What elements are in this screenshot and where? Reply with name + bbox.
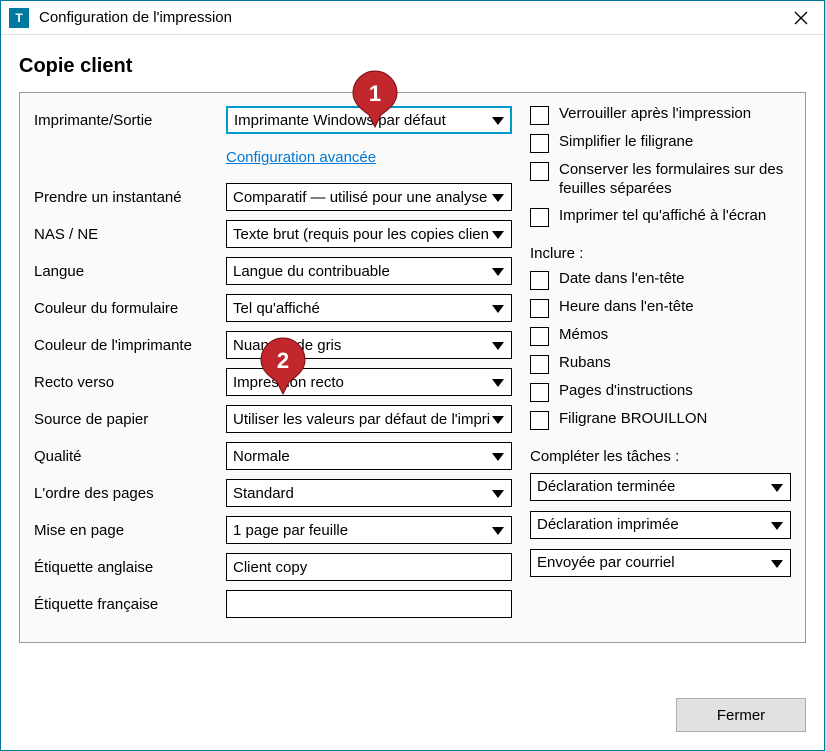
- select-printer[interactable]: Imprimante Windows par défaut: [226, 106, 512, 134]
- label-memos: Mémos: [559, 326, 608, 345]
- checkbox-date-header[interactable]: [530, 271, 549, 290]
- checkbox-separate-sheets[interactable]: [530, 162, 549, 181]
- page-heading: Copie client: [19, 55, 806, 78]
- select-quality[interactable]: Normale: [226, 442, 512, 470]
- label-layout: Mise en page: [34, 522, 226, 539]
- link-advanced-config[interactable]: Configuration avancée: [226, 149, 376, 166]
- settings-panel: Imprimante/Sortie Imprimante Windows par…: [19, 92, 806, 643]
- select-nas[interactable]: Texte brut (requis pour les copies clien…: [226, 220, 512, 248]
- select-task-3[interactable]: Envoyée par courriel: [530, 549, 791, 577]
- include-title: Inclure :: [530, 245, 791, 262]
- select-layout[interactable]: 1 page par feuille: [226, 516, 512, 544]
- select-form-color[interactable]: Tel qu'affiché: [226, 294, 512, 322]
- label-paper-source: Source de papier: [34, 411, 226, 428]
- close-button[interactable]: Fermer: [676, 698, 806, 732]
- checkbox-ribbons[interactable]: [530, 355, 549, 374]
- label-instructions: Pages d'instructions: [559, 382, 693, 401]
- checkbox-lock[interactable]: [530, 106, 549, 125]
- select-printer-color[interactable]: Nuances de gris: [226, 331, 512, 359]
- label-duplex: Recto verso: [34, 374, 226, 391]
- label-time: Heure dans l'en-tête: [559, 298, 694, 317]
- label-quality: Qualité: [34, 448, 226, 465]
- titlebar: T Configuration de l'impression: [1, 1, 824, 35]
- label-french-tag: Étiquette française: [34, 596, 226, 613]
- close-icon[interactable]: [786, 3, 816, 33]
- label-as-shown: Imprimer tel qu'affiché à l'écran: [559, 207, 766, 226]
- label-date: Date dans l'en-tête: [559, 270, 684, 289]
- label-draft: Filigrane BROUILLON: [559, 410, 707, 429]
- select-language[interactable]: Langue du contribuable: [226, 257, 512, 285]
- checkbox-simplify-watermark[interactable]: [530, 134, 549, 153]
- label-simplify: Simplifier le filigrane: [559, 133, 693, 152]
- checkbox-time-header[interactable]: [530, 299, 549, 318]
- label-page-order: L'ordre des pages: [34, 485, 226, 502]
- label-form-color: Couleur du formulaire: [34, 300, 226, 317]
- checkbox-print-as-shown[interactable]: [530, 208, 549, 227]
- tasks-title: Compléter les tâches :: [530, 448, 791, 465]
- select-duplex[interactable]: Impression recto: [226, 368, 512, 396]
- select-snapshot[interactable]: Comparatif — utilisé pour une analyse: [226, 183, 512, 211]
- checkbox-memos[interactable]: [530, 327, 549, 346]
- checkbox-instructions[interactable]: [530, 383, 549, 402]
- label-language: Langue: [34, 263, 226, 280]
- select-task-1[interactable]: Déclaration terminée: [530, 473, 791, 501]
- label-separate: Conserver les formulaires sur des feuill…: [559, 161, 791, 199]
- label-printer: Imprimante/Sortie: [34, 112, 226, 129]
- select-page-order[interactable]: Standard: [226, 479, 512, 507]
- window-title: Configuration de l'impression: [39, 9, 786, 26]
- label-snapshot: Prendre un instantané: [34, 189, 226, 206]
- label-english-tag: Étiquette anglaise: [34, 559, 226, 576]
- label-printer-color: Couleur de l'imprimante: [34, 337, 226, 354]
- input-french-tag[interactable]: [226, 590, 512, 618]
- label-lock: Verrouiller après l'impression: [559, 105, 751, 124]
- select-paper-source[interactable]: Utiliser les valeurs par défaut de l'imp…: [226, 405, 512, 433]
- label-nas: NAS / NE: [34, 226, 226, 243]
- input-english-tag[interactable]: [226, 553, 512, 581]
- app-icon: T: [9, 8, 29, 28]
- label-ribbons: Rubans: [559, 354, 611, 373]
- checkbox-draft-watermark[interactable]: [530, 411, 549, 430]
- select-task-2[interactable]: Déclaration imprimée: [530, 511, 791, 539]
